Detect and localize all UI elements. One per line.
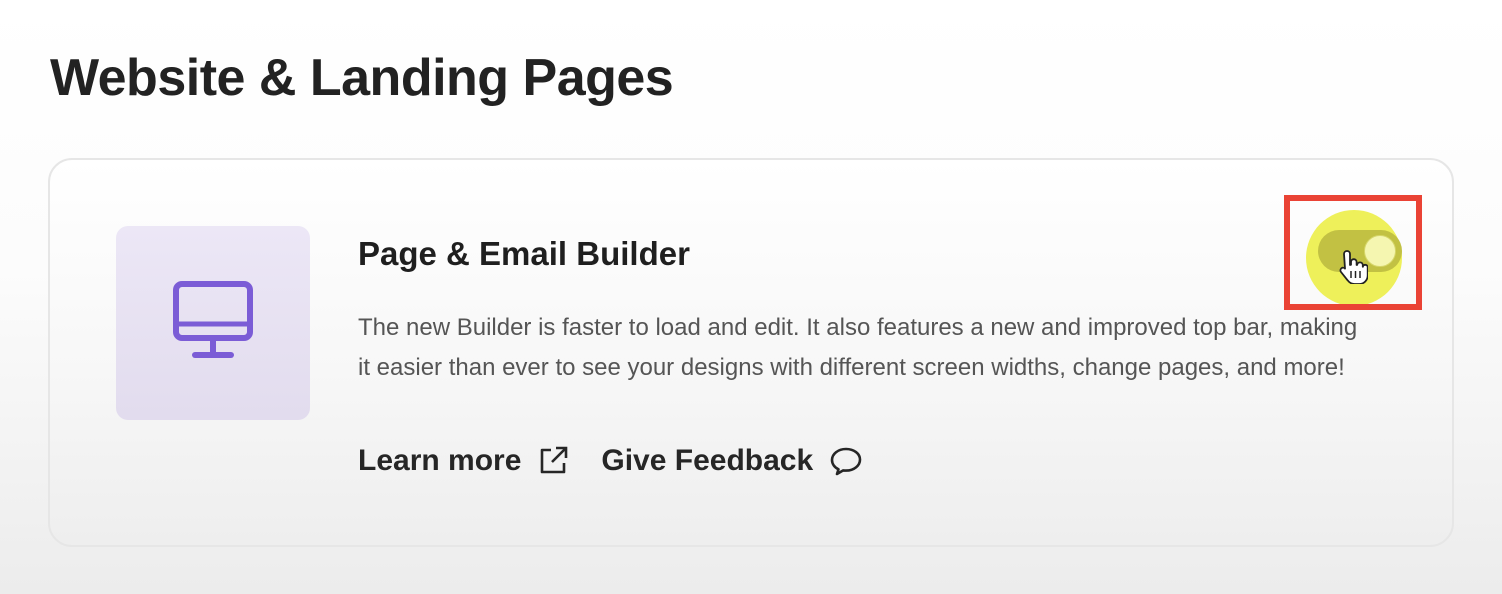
external-link-icon — [537, 445, 569, 477]
feature-icon-tile — [116, 226, 310, 420]
toggle-knob — [1364, 235, 1396, 267]
feature-links: Learn more Give Feedback — [358, 444, 863, 478]
give-feedback-link[interactable]: Give Feedback — [601, 444, 863, 478]
monitor-icon — [171, 279, 255, 368]
feature-description: The new Builder is faster to load and ed… — [358, 314, 1358, 381]
hand-pointer-cursor-icon — [1338, 248, 1369, 289]
feature-title: Page & Email Builder — [358, 235, 690, 272]
give-feedback-label: Give Feedback — [601, 444, 814, 477]
section-title: Website & Landing Pages — [50, 49, 674, 107]
learn-more-link[interactable]: Learn more — [358, 444, 569, 478]
learn-more-label: Learn more — [358, 444, 522, 477]
chat-bubble-icon — [829, 445, 863, 477]
feature-card: Page & Email Builder The new Builder is … — [48, 158, 1454, 547]
